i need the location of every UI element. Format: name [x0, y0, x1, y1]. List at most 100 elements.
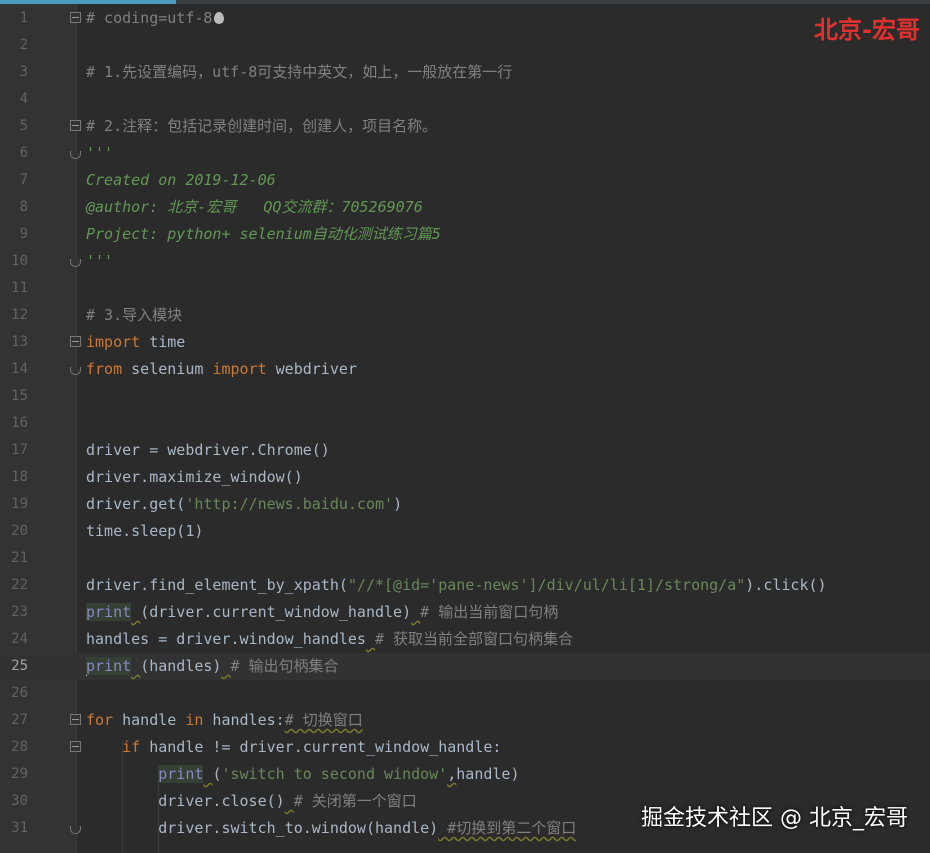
- code-line[interactable]: 13 import time: [0, 329, 930, 356]
- line-number: 11: [11, 280, 28, 296]
- code-line[interactable]: 20 time.sleep(1): [0, 518, 930, 545]
- code-token: ): [393, 495, 403, 513]
- code-line[interactable]: 27 for handle in handles:# 切换窗口: [0, 707, 930, 734]
- code-token: # coding=utf-8: [86, 9, 213, 27]
- code-line[interactable]: 12 # 3.导入模块: [0, 302, 930, 329]
- line-number: 12: [11, 307, 28, 323]
- code-token: selenium: [122, 360, 213, 378]
- code-text: driver.switch_to.window(handle) #切换到第二个窗…: [86, 815, 576, 842]
- code-line[interactable]: 14 from selenium import webdriver: [0, 356, 930, 383]
- code-token: handles = driver.window_handles: [86, 630, 366, 648]
- code-token: ''': [86, 252, 114, 270]
- code-line[interactable]: 11: [0, 275, 930, 302]
- line-number: 19: [11, 496, 28, 512]
- line-number: 8: [19, 199, 28, 215]
- code-text: # 2.注释：包括记录创建时间，创建人，项目名称。: [86, 113, 437, 140]
- code-token: # 3.导入模块: [86, 306, 183, 324]
- code-line[interactable]: 7 Created on 2019-12-06: [0, 167, 930, 194]
- code-line[interactable]: 15: [0, 383, 930, 410]
- code-text: # 1.先设置编码，utf-8可支持中英文，如上，一般放在第一行: [86, 59, 512, 86]
- fold-collapse-icon[interactable]: [70, 741, 81, 752]
- fold-collapse-icon[interactable]: [70, 12, 81, 23]
- code-line[interactable]: 17 driver = webdriver.Chrome(): [0, 437, 930, 464]
- code-token: for: [86, 711, 114, 729]
- fold-collapse-icon[interactable]: [70, 336, 81, 347]
- code-text: ''': [86, 248, 113, 275]
- code-line[interactable]: 3 # 1.先设置编码，utf-8可支持中英文，如上，一般放在第一行: [0, 59, 930, 86]
- line-number: 26: [11, 685, 28, 701]
- code-token: 'switch to second window': [221, 765, 448, 783]
- line-number: 30: [11, 793, 28, 809]
- code-token: # 输出句柄集合: [230, 657, 339, 675]
- code-token: driver.maximize_window(): [86, 468, 303, 486]
- code-line[interactable]: 22 driver.find_element_by_xpath("//*[@id=…: [0, 572, 930, 599]
- line-number: 9: [19, 226, 28, 242]
- line-number: 17: [11, 442, 28, 458]
- code-text: import time: [86, 329, 185, 356]
- code-line[interactable]: 16: [0, 410, 930, 437]
- fold-end-icon[interactable]: [70, 151, 81, 159]
- fold-end-icon[interactable]: [70, 259, 81, 267]
- code-line[interactable]: 9 Project: python+ selenium自动化测试练习篇5: [0, 221, 930, 248]
- code-token: webdriver: [266, 360, 357, 378]
- code-line[interactable]: 19 driver.get('http://news.baidu.com'): [0, 491, 930, 518]
- code-token: handle != driver.current_window_handle:: [140, 738, 502, 756]
- code-token: (handles): [140, 657, 222, 675]
- code-line[interactable]: 4: [0, 86, 930, 113]
- code-line[interactable]: 18 driver.maximize_window(): [0, 464, 930, 491]
- code-line[interactable]: 29 print ('switch to second window',hand…: [0, 761, 930, 788]
- code-text: driver = webdriver.Chrome(): [86, 437, 330, 464]
- code-token: @author: 北京-宏哥 QQ交流群：705269076: [86, 198, 423, 216]
- line-number: 3: [19, 64, 28, 80]
- line-number: 24: [11, 631, 28, 647]
- code-token: handle: [113, 711, 186, 729]
- code-line[interactable]: 26: [0, 680, 930, 707]
- code-token: # 输出当前窗口句柄: [420, 603, 559, 621]
- code-token: # 关闭第一个窗口: [293, 792, 417, 810]
- line-number: 21: [11, 550, 28, 566]
- code-text: Project: python+ selenium自动化测试练习篇5: [86, 221, 441, 248]
- fold-end-icon[interactable]: [70, 826, 81, 834]
- inspection-bulb-icon[interactable]: [214, 12, 225, 24]
- code-token: "//*[@id='pane-news']/div/ul/li[1]/stron…: [347, 576, 746, 594]
- code-line[interactable]: 21: [0, 545, 930, 572]
- code-text: print ('switch to second window',handle): [86, 761, 520, 788]
- code-line[interactable]: 6 ''': [0, 140, 930, 167]
- code-line[interactable]: 10 ''': [0, 248, 930, 275]
- code-line[interactable]: 1 # coding=utf-8: [0, 5, 930, 32]
- line-number: 5: [19, 118, 28, 134]
- fold-collapse-icon[interactable]: [70, 714, 81, 725]
- line-number: 22: [11, 577, 28, 593]
- code-line[interactable]: 28 if handle != driver.current_window_ha…: [0, 734, 930, 761]
- code-line[interactable]: 24 handles = driver.window_handles # 获取当前…: [0, 626, 930, 653]
- code-line[interactable]: 2: [0, 32, 930, 59]
- line-number: 25: [11, 658, 28, 674]
- line-number: 29: [11, 766, 28, 782]
- code-text: from selenium import webdriver: [86, 356, 357, 383]
- code-token: ).click(): [745, 576, 827, 594]
- code-text: ''': [86, 140, 113, 167]
- code-token: ,: [447, 765, 457, 783]
- code-text: handles = driver.window_handles # 获取当前全部…: [86, 626, 573, 653]
- code-line[interactable]: 23 print (driver.current_window_handle) #…: [0, 599, 930, 626]
- fold-end-icon[interactable]: [70, 367, 81, 375]
- code-line[interactable]: 25 print (handles) # 输出句柄集合: [0, 653, 930, 680]
- code-line[interactable]: 5 # 2.注释：包括记录创建时间，创建人，项目名称。: [0, 113, 930, 140]
- code-token: import: [212, 360, 267, 378]
- fold-collapse-icon[interactable]: [70, 120, 81, 131]
- code-token: Project: python+ selenium自动化测试练习篇5: [86, 225, 441, 243]
- line-number: 20: [11, 523, 28, 539]
- line-number: 7: [19, 172, 28, 188]
- code-text: driver.maximize_window(): [86, 464, 303, 491]
- line-number: 13: [11, 334, 28, 350]
- code-token: driver.get(: [86, 495, 186, 513]
- line-number: 23: [11, 604, 28, 620]
- code-line[interactable]: 8 @author: 北京-宏哥 QQ交流群：705269076: [0, 194, 930, 221]
